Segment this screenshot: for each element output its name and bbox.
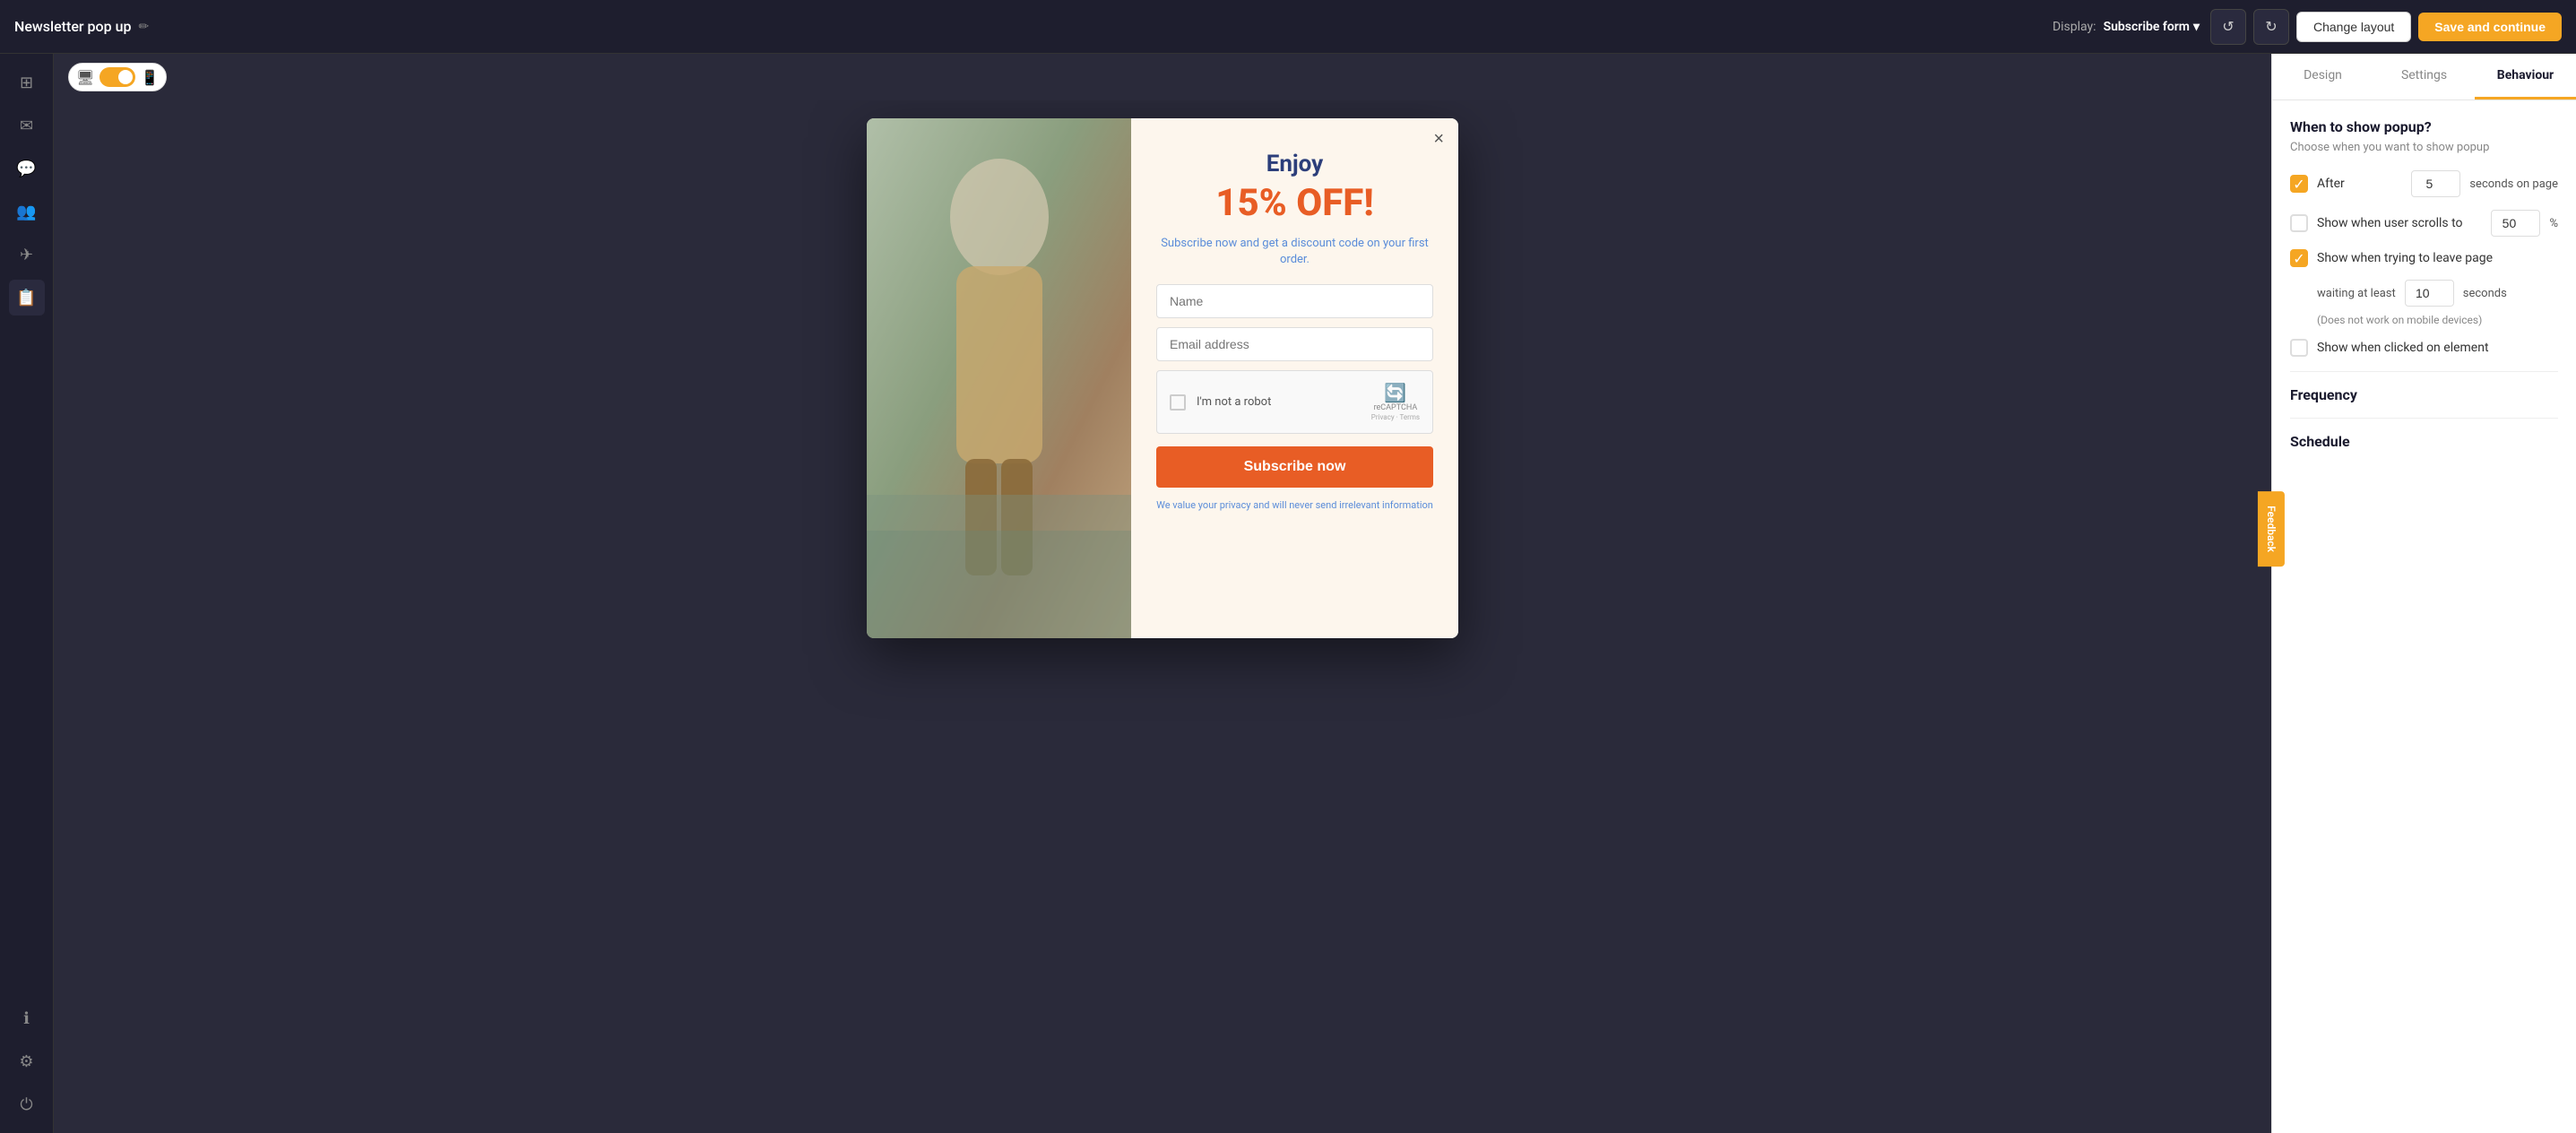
topbar: Newsletter pop up ✏ Display: Subscribe f… (0, 0, 2576, 54)
waiting-seconds-input[interactable] (2405, 280, 2454, 307)
when-to-show-title: When to show popup? (2290, 118, 2558, 135)
frequency-title: Frequency (2290, 386, 2558, 403)
after-seconds-checkbox[interactable]: ✓ (2290, 175, 2308, 193)
display-value[interactable]: Subscribe form ▾ (2104, 20, 2200, 34)
recaptcha-checkbox[interactable] (1170, 394, 1186, 411)
display-label: Display: (2053, 20, 2096, 34)
scroll-percent-input[interactable] (2491, 210, 2540, 237)
scroll-to-option: Show when user scrolls to % (2290, 210, 2558, 237)
popup-discount: 15% OFF! (1215, 181, 1374, 225)
tab-settings[interactable]: Settings (2373, 54, 2475, 99)
desktop-icon[interactable]: 🖥 (76, 69, 94, 86)
edit-icon[interactable]: ✏ (138, 20, 149, 34)
panel-body: When to show popup? Choose when you want… (2272, 100, 2576, 471)
sidebar-item-info[interactable]: ℹ (9, 1000, 45, 1036)
leave-page-checkbox[interactable]: ✓ (2290, 249, 2308, 267)
waiting-suboption: waiting at least seconds (2317, 280, 2558, 307)
page-title: Newsletter pop up (14, 18, 131, 35)
recaptcha-widget[interactable]: I'm not a robot 🔄 reCAPTCHA Privacy · Te… (1156, 370, 1433, 433)
topbar-right: ↺ ↻ Change layout Save and continue (2210, 9, 2562, 45)
change-layout-button[interactable]: Change layout (2296, 12, 2411, 42)
right-panel: Design Settings Behaviour When to show p… (2271, 54, 2576, 1133)
name-input[interactable] (1156, 284, 1433, 318)
leave-page-label: Show when trying to leave page (2317, 251, 2558, 265)
redo-button[interactable]: ↻ (2253, 9, 2289, 45)
after-seconds-option: ✓ After seconds on page (2290, 170, 2558, 197)
canvas: × Enjoy 15% OFF! Subscribe now and get a… (54, 100, 2271, 1133)
after-label: After (2317, 177, 2402, 191)
feedback-tab[interactable]: Feedback (2258, 491, 2285, 566)
recaptcha-logo: 🔄 reCAPTCHA Privacy · Terms (1371, 382, 1420, 421)
panel-tabs: Design Settings Behaviour (2272, 54, 2576, 100)
sidebar-item-contacts[interactable]: 👥 (9, 194, 45, 229)
chevron-down-icon: ▾ (2193, 20, 2200, 34)
sidebar-item-campaigns[interactable]: ✈ (9, 237, 45, 272)
recaptcha-label: I'm not a robot (1197, 395, 1361, 409)
sidebar-item-logout[interactable]: ⏻ (9, 1086, 45, 1122)
device-toggle-switch[interactable] (99, 67, 135, 87)
sidebar-item-forms[interactable]: 📋 (9, 280, 45, 316)
click-element-checkbox[interactable] (2290, 339, 2308, 357)
sidebar-item-email[interactable]: ✉ (9, 108, 45, 143)
divider-2 (2290, 418, 2558, 419)
subscribe-button[interactable]: Subscribe now (1156, 446, 1433, 488)
scroll-to-label: Show when user scrolls to (2317, 216, 2482, 230)
divider-1 (2290, 371, 2558, 372)
popup-heading: Enjoy (1266, 151, 1324, 177)
popup-subtitle: Subscribe now and get a discount code on… (1156, 236, 1433, 268)
email-input[interactable] (1156, 327, 1433, 361)
sidebar-item-settings[interactable]: ⚙ (9, 1043, 45, 1079)
schedule-title: Schedule (2290, 433, 2558, 450)
tab-behaviour[interactable]: Behaviour (2475, 54, 2576, 99)
click-element-option: Show when clicked on element (2290, 339, 2558, 357)
waiting-seconds-unit: seconds (2463, 287, 2507, 300)
sidebar: ⊞ ✉ 💬 👥 ✈ 📋 ℹ ⚙ ⏻ (0, 54, 54, 1133)
undo-button[interactable]: ↺ (2210, 9, 2246, 45)
click-element-label: Show when clicked on element (2317, 341, 2558, 355)
privacy-text: We value your privacy and will never sen… (1156, 498, 1433, 512)
popup-image (867, 118, 1131, 638)
topbar-center: Display: Subscribe form ▾ (2053, 20, 2200, 34)
device-toggle[interactable]: 🖥 📱 (68, 63, 167, 91)
seconds-unit: seconds on page (2469, 177, 2558, 191)
mobile-note: (Does not work on mobile devices) (2317, 314, 2558, 326)
popup-modal: × Enjoy 15% OFF! Subscribe now and get a… (867, 118, 1458, 638)
waiting-label: waiting at least (2317, 287, 2396, 300)
sidebar-item-pages[interactable]: ⊞ (9, 65, 45, 100)
topbar-left: Newsletter pop up ✏ (14, 18, 2042, 35)
tab-design[interactable]: Design (2272, 54, 2373, 99)
leave-page-option: ✓ Show when trying to leave page (2290, 249, 2558, 267)
popup-content: × Enjoy 15% OFF! Subscribe now and get a… (1131, 118, 1458, 638)
mobile-icon[interactable]: 📱 (141, 69, 159, 86)
main-content: 🖥 📱 (54, 54, 2271, 1133)
scroll-percent-unit: % (2549, 217, 2558, 230)
popup-close-button[interactable]: × (1433, 129, 1444, 150)
sidebar-item-chat[interactable]: 💬 (9, 151, 45, 186)
preview-toolbar: 🖥 📱 (54, 54, 2271, 100)
scroll-to-checkbox[interactable] (2290, 214, 2308, 232)
seconds-input[interactable] (2411, 170, 2460, 197)
save-continue-button[interactable]: Save and continue (2418, 13, 2562, 41)
when-to-show-desc: Choose when you want to show popup (2290, 141, 2558, 154)
